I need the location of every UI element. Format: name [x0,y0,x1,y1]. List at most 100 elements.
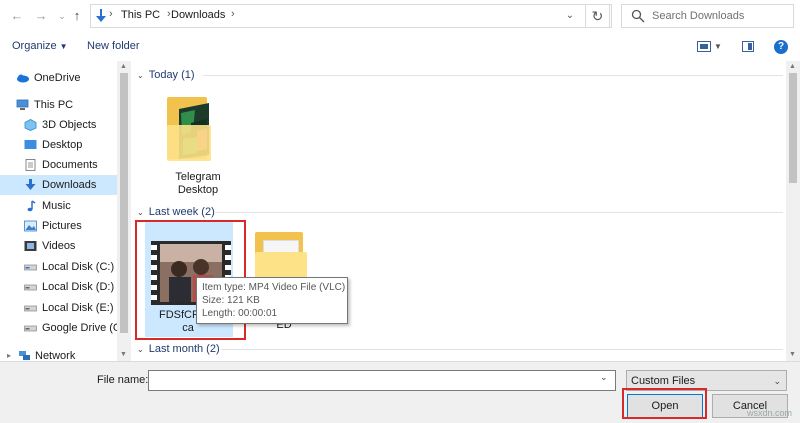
downloads-arrow-icon [96,9,106,22]
forward-button[interactable]: → [32,6,50,26]
scroll-down-icon[interactable]: ▼ [120,351,127,358]
group-header-last-month[interactable]: ⌄ Last month (2) [137,343,220,355]
nav-item-label: Downloads [42,179,97,191]
group-divider [221,349,783,350]
search-box[interactable] [621,4,794,28]
nav-item-network[interactable]: ▸ Network [0,346,117,361]
search-input[interactable] [652,8,792,24]
annotation-highlight-box [622,388,707,419]
tooltip-size: Size: 121 KB [202,295,260,306]
organize-label: Organize [12,40,57,52]
scrollbar-thumb[interactable] [120,73,128,333]
breadcrumb-downloads[interactable]: Downloads [171,9,225,21]
group-divider [203,75,783,76]
new-folder-button[interactable]: New folder [87,40,140,52]
download-arrow-icon [25,179,36,190]
nav-item-music[interactable]: Music [0,196,117,216]
film-icon [24,241,37,251]
folder-front-icon [167,125,211,161]
nav-item-label: Local Disk (D:) [42,281,115,293]
group-header-today[interactable]: ⌄ Today (1) [137,69,195,81]
group-label: Last month (2) [148,343,220,355]
network-icon [19,351,30,360]
nav-item-local-disk-c[interactable]: Local Disk (C:) [0,257,117,277]
caret-down-icon[interactable]: ▼ [714,42,722,51]
file-name-input[interactable] [148,370,616,391]
chevron-down-icon: ⌄ [773,376,781,386]
nav-item-pictures[interactable]: Pictures [0,216,117,236]
nav-item-label: Documents [42,159,98,171]
tooltip-length: Length: 00:00:01 [202,308,278,319]
expand-arrow-icon[interactable]: ▸ [7,351,11,360]
nav-item-videos[interactable]: Videos [0,236,117,256]
preview-pane-icon[interactable] [742,41,754,52]
nav-item-label: Pictures [42,220,82,232]
document-icon [25,159,36,171]
nav-item-desktop[interactable]: Desktop [0,135,117,155]
refresh-button[interactable]: ↻ [585,4,610,28]
breadcrumb-chevron-icon: › [231,8,235,20]
nav-item-label: Google Drive (G: [42,322,117,334]
file-type-value: Custom Files [631,375,696,387]
nav-item-label: Videos [42,240,76,252]
nav-item-local-disk-e[interactable]: Local Disk (E:) [0,298,117,318]
nav-item-downloads[interactable]: Downloads [0,175,117,195]
file-label: Telegram [175,171,221,183]
nav-item-label: This PC [34,99,74,111]
desktop-icon [24,140,37,149]
drive-icon [24,325,37,332]
nav-item-label: Network [35,350,76,361]
up-button[interactable]: ↑ [68,6,86,26]
nav-item-google-drive[interactable]: Google Drive (G: [0,318,117,338]
search-icon [631,9,645,23]
group-divider [215,212,783,213]
breadcrumb-chevron-icon: › [109,8,113,20]
computer-icon [16,99,29,110]
cloud-icon [17,74,29,83]
collapse-chevron-icon: ⌄ [137,345,144,354]
scroll-down-icon[interactable]: ▼ [789,351,796,358]
watermark-text: wsxdn.com [747,408,793,418]
navigation-scrollbar[interactable]: ▲ ▼ [117,61,131,361]
drive-icon [24,305,37,312]
back-button[interactable]: ← [8,6,26,26]
breadcrumb-this-pc[interactable]: This PC [121,9,160,21]
address-row: ← → ⌄ ↑ › This PC › Downloads › ⌄ ↻ [0,0,800,33]
content-scrollbar[interactable]: ▲ ▼ [786,61,800,361]
tooltip-item-type: Item type: MP4 Video File (VLC) [202,282,346,293]
nav-item-label: Desktop [42,139,83,151]
command-bar: Organize ▼ New folder ▼ ? [0,33,800,61]
navigation-pane: OneDrive This PC 3D Objects Desktop Docu… [0,61,117,361]
help-button[interactable]: ? [774,40,788,54]
group-label: Last week (2) [148,206,215,218]
nav-item-documents[interactable]: Documents [0,155,117,175]
collapse-chevron-icon: ⌄ [137,71,144,80]
scrollbar-thumb[interactable] [789,73,797,183]
nav-item-onedrive[interactable]: OneDrive [0,68,117,88]
scroll-up-icon[interactable]: ▲ [120,63,127,70]
nav-item-local-disk-d[interactable]: Local Disk (D:) [0,277,117,297]
file-tooltip: Item type: MP4 Video File (VLC) Size: 12… [196,277,348,324]
address-dropdown-icon[interactable]: ⌄ [558,4,582,28]
file-name-dropdown-icon[interactable]: ⌄ [600,372,608,383]
address-bar[interactable]: › This PC › Downloads › [90,4,612,28]
scroll-up-icon[interactable]: ▲ [789,63,796,70]
picture-icon [24,220,37,232]
nav-item-label: 3D Objects [42,119,97,131]
cube-icon [24,119,37,131]
file-tile-telegram-desktop[interactable]: Telegram Desktop [155,91,241,211]
view-options-icon[interactable] [697,41,711,52]
nav-item-label: OneDrive [34,72,81,84]
collapse-chevron-icon: ⌄ [137,208,144,217]
caret-down-icon: ▼ [59,42,68,51]
music-note-icon [27,200,36,212]
group-label: Today (1) [148,69,195,81]
file-label: Desktop [177,184,219,196]
group-header-last-week[interactable]: ⌄ Last week (2) [137,206,215,218]
nav-item-label: Local Disk (E:) [42,302,114,314]
organize-menu[interactable]: Organize ▼ [12,40,68,52]
nav-item-this-pc[interactable]: This PC [0,95,117,115]
file-name-label: File name: [97,374,149,386]
nav-item-3d-objects[interactable]: 3D Objects [0,115,117,135]
drive-icon [24,284,37,291]
